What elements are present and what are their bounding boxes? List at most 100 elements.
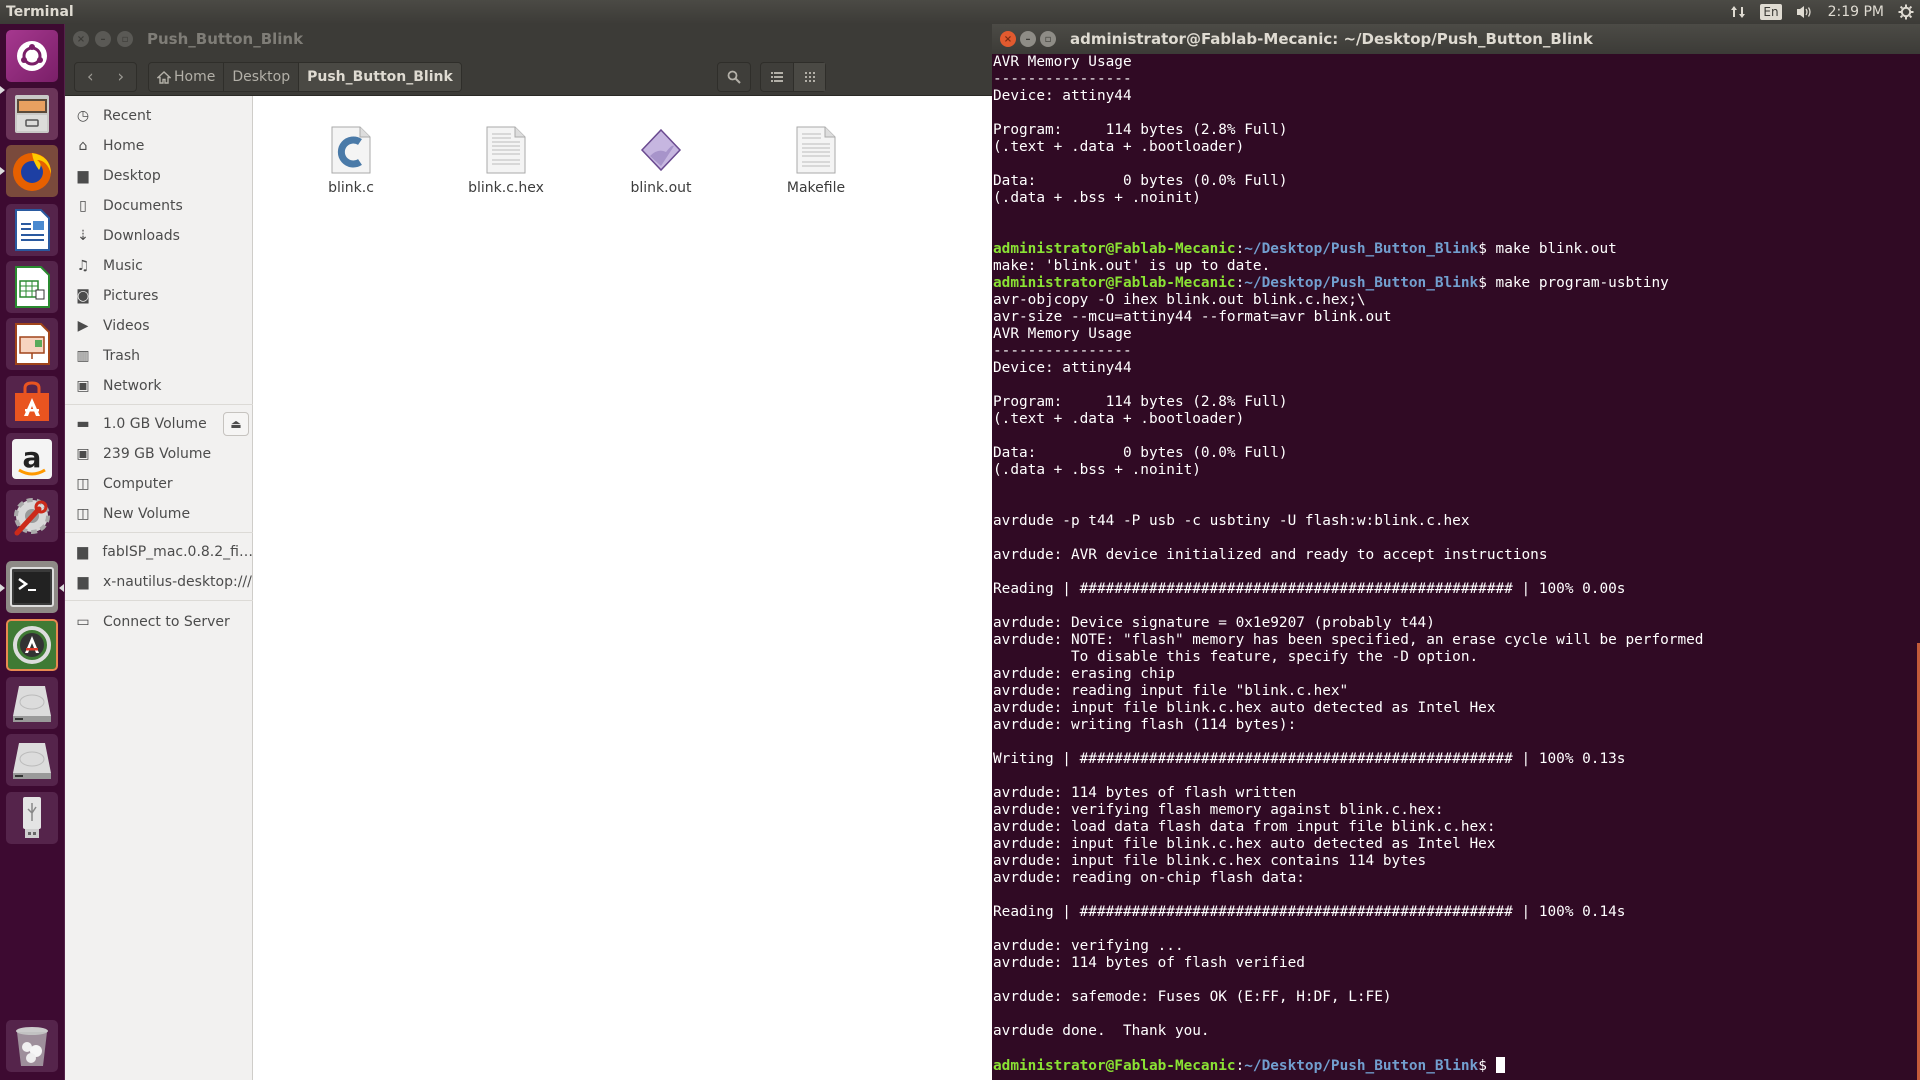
terminal-line: (.data + .bss + .noinit) [993,462,1201,478]
terminal-line: avrdude: NOTE: "flash" memory has been s… [993,632,1704,648]
minimize-button[interactable]: – [1020,31,1036,47]
search-button[interactable] [717,62,751,92]
network-icon: ▣ [76,378,90,394]
close-button[interactable]: × [1000,31,1016,47]
list-view-button[interactable] [761,63,793,91]
c-source-file-icon [331,126,371,174]
prompt-symbol: $ [1478,1058,1487,1074]
sidebar-item-fabisp-bookmark[interactable]: ▆ fabISP_mac.0.8.2_fi… [65,538,253,566]
launcher-libreoffice-writer[interactable] [6,204,58,256]
sidebar-item-239gb-volume[interactable]: ▣ 239 GB Volume [65,440,253,468]
launcher-firefox[interactable] [6,145,58,197]
launcher-trash[interactable] [6,1020,58,1072]
drive-icon: ▬ [76,416,90,432]
hard-drive-icon [13,743,51,779]
breadcrumb: Home Desktop Push_Button_Blink [148,62,462,92]
sidebar-item-computer[interactable]: ◫ Computer [65,470,253,498]
launcher-system-settings[interactable] [6,490,58,542]
prompt-path: ~/Desktop/Push_Button_Blink [1244,241,1479,257]
file-item-makefile[interactable]: Makefile [756,126,876,196]
launcher-software-updater[interactable] [6,619,58,671]
keyboard-layout-indicator[interactable]: En [1760,4,1782,20]
trash-icon: ▥ [76,348,90,364]
gear-icon[interactable] [1898,4,1914,20]
navigation-buttons: ‹ › [74,62,137,92]
sidebar-item-connect-to-server[interactable]: ▭ Connect to Server [65,608,253,636]
launcher-files[interactable] [6,88,58,140]
terminal-line: avrdude done. Thank you. [993,1023,1210,1039]
sidebar-item-music[interactable]: ♫ Music [65,252,253,280]
launcher-amazon[interactable]: a [6,433,58,485]
terminal-line: avrdude: AVR device initialized and read… [993,547,1548,563]
sidebar-item-home[interactable]: ⌂ Home [65,132,253,160]
window-title: Push_Button_Blink [147,30,304,48]
file-manager-titlebar[interactable]: × – ▫ Push_Button_Blink [65,24,992,54]
amazon-icon: a [12,439,52,479]
terminal-prompt-line: administrator@Fablab-Mecanic:~/Desktop/P… [993,241,1912,258]
launcher-drive-1[interactable] [6,677,58,729]
terminal-line: (.data + .bss + .noinit) [993,190,1201,206]
file-item-blink-out[interactable]: blink.out [601,126,721,196]
breadcrumb-desktop[interactable]: Desktop [224,63,300,91]
sidebar-item-desktop[interactable]: ▆ Desktop [65,162,253,190]
window-title: administrator@Fablab-Mecanic: ~/Desktop/… [1070,30,1593,48]
maximize-button[interactable]: ▫ [1040,31,1056,47]
sidebar-item-nautilus-desktop[interactable]: ▆ x-nautilus-desktop:/// [65,568,253,596]
grid-view-button[interactable] [793,63,825,91]
download-icon: ⇣ [77,228,89,244]
sidebar-item-new-volume[interactable]: ◫ New Volume [65,500,253,528]
terminal-line: avrdude: input file blink.c.hex contains… [993,853,1427,869]
terminal-line: Data: 0 bytes (0.0% Full) [993,173,1288,189]
file-item-blink-c-hex[interactable]: blink.c.hex [446,126,566,196]
terminal-line: avr-size --mcu=attiny44 --format=avr bli… [993,309,1392,325]
list-view-icon [771,72,783,82]
maximize-button[interactable]: ▫ [117,31,133,47]
sidebar-item-downloads[interactable]: ⇣ Downloads [65,222,253,250]
terminal-line: avrdude: writing flash (114 bytes): [993,717,1297,733]
network-icon[interactable] [1730,4,1746,20]
terminal-cursor [1495,1057,1505,1073]
launcher-libreoffice-calc[interactable] [6,261,58,313]
hard-drive-icon [13,686,51,722]
clock[interactable]: 2:19 PM [1828,4,1884,20]
home-icon [157,70,171,84]
terminal-line: ---------------- [993,343,1132,359]
sound-icon[interactable] [1796,4,1814,20]
launcher-dash-home[interactable] [6,30,58,82]
forward-button[interactable]: › [106,63,137,91]
launcher-drive-2[interactable] [6,734,58,786]
file-item-blink-c[interactable]: blink.c [291,126,411,196]
terminal-titlebar[interactable]: × – ▫ administrator@Fablab-Mecanic: ~/De… [992,24,1920,54]
sidebar-item-network[interactable]: ▣ Network [65,372,253,400]
launcher-libreoffice-impress[interactable] [6,318,58,370]
breadcrumb-push-button-blink[interactable]: Push_Button_Blink [299,63,461,91]
eject-button[interactable]: ⏏ [223,412,249,436]
sidebar-item-documents[interactable]: ▯ Documents [65,192,253,220]
terminal-line: make: 'blink.out' is up to date. [993,258,1271,274]
back-button[interactable]: ‹ [75,63,106,91]
sidebar-item-recent[interactable]: ◷ Recent [65,102,253,130]
desktop-folder-icon: ▆ [77,574,89,590]
terminal-window: × – ▫ administrator@Fablab-Mecanic: ~/De… [992,24,1920,1080]
writer-document-icon [15,209,50,251]
close-button[interactable]: × [73,31,89,47]
breadcrumb-home[interactable]: Home [149,63,225,91]
launcher-terminal[interactable] [6,561,58,613]
terminal-output[interactable]: AVR Memory Usage ---------------- Device: … [992,54,1912,1080]
sidebar-item-pictures[interactable]: ◙ Pictures [65,282,253,310]
sidebar-item-1gb-volume[interactable]: ▬ 1.0 GB Volume ⏏ [65,410,253,438]
sidebar-item-trash[interactable]: ▥ Trash [65,342,253,370]
launcher-usb-drive[interactable] [6,792,58,844]
chevron-left-icon: ‹ [86,67,94,87]
settings-wrench-icon [14,498,50,536]
terminal-prompt-line: administrator@Fablab-Mecanic:~/Desktop/P… [993,275,1912,292]
launcher-ubuntu-software[interactable] [6,376,58,428]
sidebar-item-videos[interactable]: ▶ Videos [65,312,253,340]
minimize-button[interactable]: – [95,31,111,47]
sidebar-separator [65,404,253,405]
chip-drive-icon: ▣ [76,446,90,462]
grid-view-icon [804,72,815,82]
